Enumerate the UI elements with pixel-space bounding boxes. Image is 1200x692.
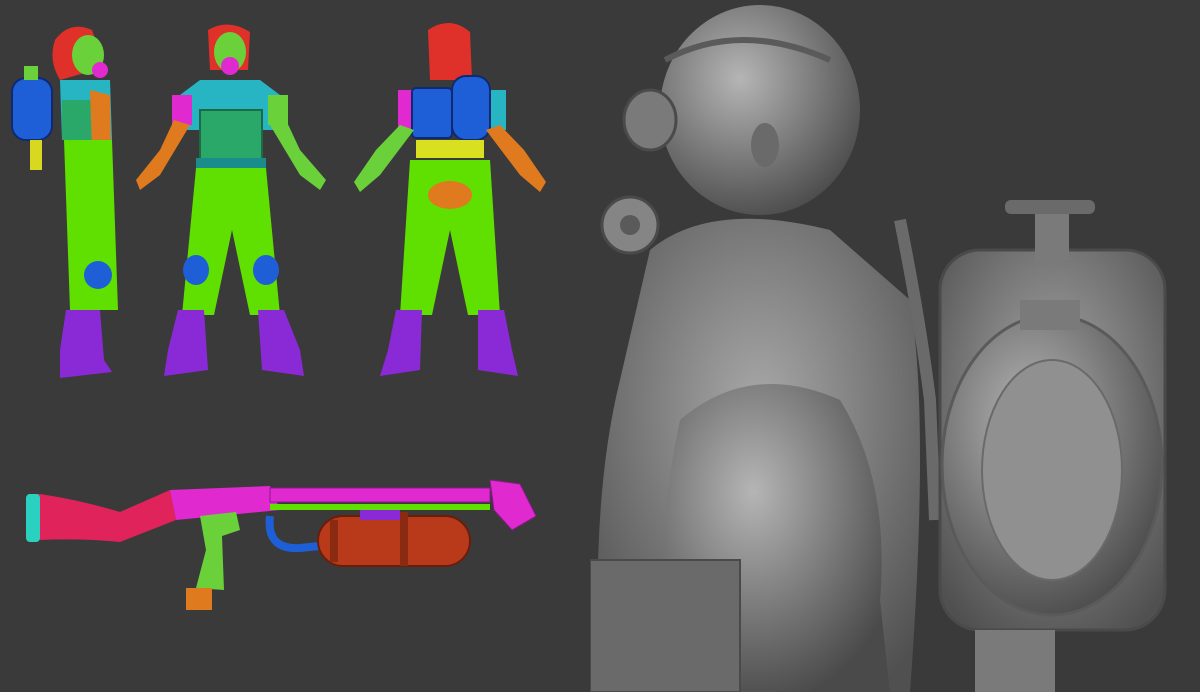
turnaround-canvas: [11, 22, 546, 378]
polypaint-front-view: [136, 24, 326, 376]
flamethrower-polypaint: [0, 450, 600, 630]
polypaint-back-view: [354, 22, 546, 376]
character-turnaround: [0, 0, 600, 400]
gasmask-sculpt-closeup: [590, 0, 1200, 692]
polypaint-side-view: [11, 26, 118, 378]
weapon-canvas: [26, 479, 537, 610]
sculpt-canvas: [590, 5, 1167, 692]
